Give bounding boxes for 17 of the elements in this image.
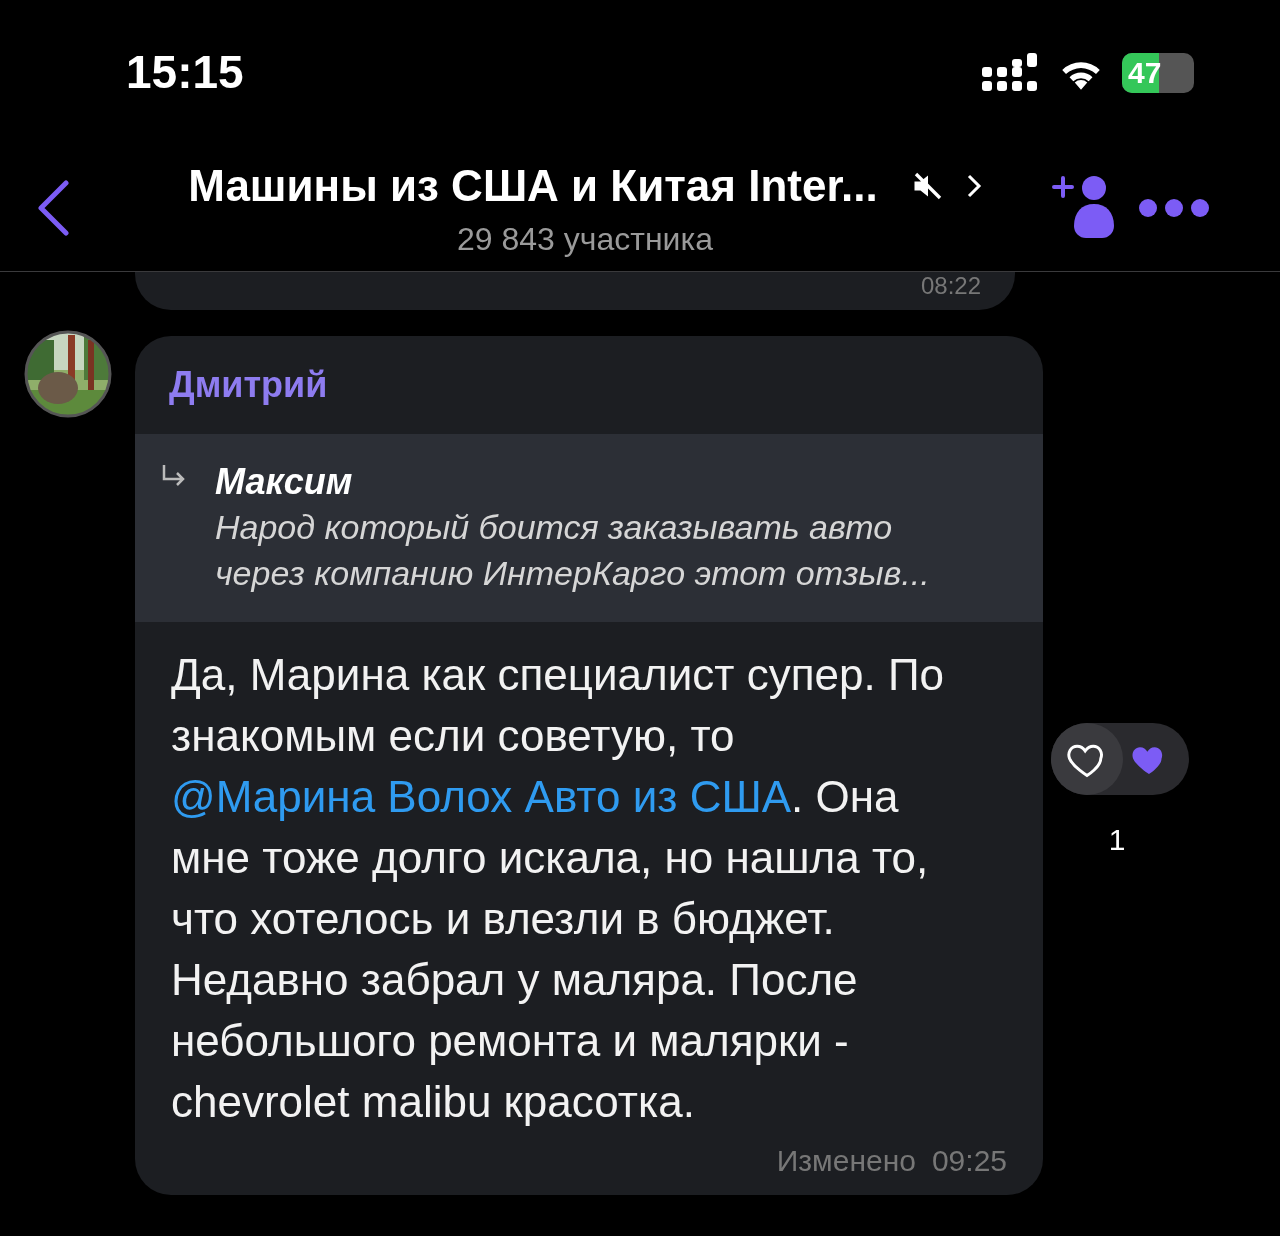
- reply-author: Максим: [215, 460, 354, 504]
- edited-label: Изменено: [776, 1143, 916, 1179]
- sender-name[interactable]: Дмитрий: [135, 336, 1043, 434]
- reply-preview[interactable]: Максим Народ который боится заказывать авто через компанию ИнтерКарго этот отзыв...: [135, 434, 1043, 622]
- clock-time: 15:15: [126, 45, 244, 100]
- signal-icon: [982, 52, 1040, 93]
- member-count: 29 843 участника: [457, 220, 713, 259]
- chevron-right-icon: [965, 173, 982, 199]
- chat-title[interactable]: Машины из США и Китая Inter...: [188, 153, 878, 219]
- mention-link[interactable]: @Марина Волох Авто из США: [171, 772, 792, 821]
- back-icon[interactable]: [36, 180, 70, 236]
- more-icon[interactable]: [1138, 197, 1210, 219]
- message-time: 08:22: [920, 274, 981, 298]
- reaction-count: 1: [1108, 822, 1126, 858]
- message-time: 09:25: [931, 1143, 1007, 1179]
- reply-text: Народ который боится заказывать авто через компанию ИнтерКарго этот отзыв...: [215, 507, 931, 594]
- message-text: Да, Марина как специалист супер. По знакомым если советую, то @Марина Волох Авто из США. Она мне тоже долго искала, но нашла то, что хотелось и влезли в бюджет. Недавно забрал у маляра. После небольшого ремонта и малярки - chevrolet malibu красотка.: [170, 649, 946, 1128]
